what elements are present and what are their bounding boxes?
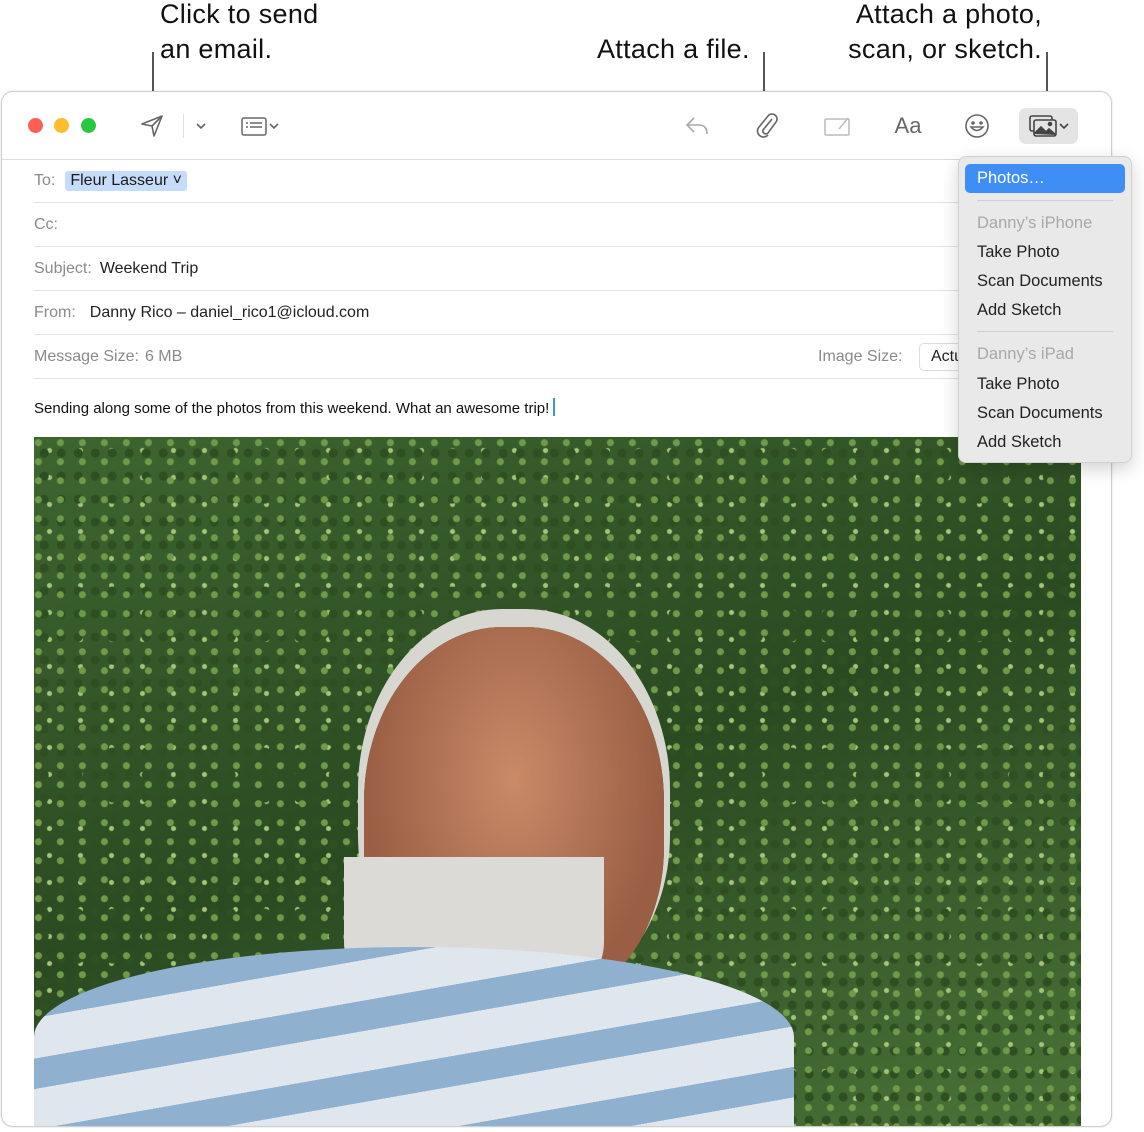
recipient-name: Fleur Lasseur <box>70 172 169 189</box>
menu-item-photos[interactable]: Photos… <box>965 164 1125 193</box>
chevron-down-icon <box>269 123 279 130</box>
send-icon <box>141 115 163 137</box>
from-value[interactable]: Danny Rico – daniel_rico1@icloud.com <box>90 304 370 322</box>
callout-send: Click to send an email. <box>160 0 319 64</box>
to-label: To: <box>34 172 56 189</box>
compose-window: Aa To: Fleur Lasseur ˅ Cc: Subject: Weeken… <box>1 91 1112 1127</box>
chevron-down-icon <box>196 123 206 130</box>
cc-label: Cc: <box>34 215 58 233</box>
text-cursor <box>553 398 556 416</box>
recipient-chip[interactable]: Fleur Lasseur ˅ <box>65 171 187 191</box>
subject-field[interactable]: Subject: Weekend Trip <box>34 247 1111 291</box>
photo-browser-button[interactable] <box>1019 108 1078 144</box>
photo-browser-icon <box>1028 115 1057 137</box>
menu-header-ipad: Danny’s iPad <box>977 345 1074 363</box>
callout-attach-photo: Attach a photo, scan, or sketch. <box>848 0 1042 64</box>
attached-photo[interactable] <box>34 437 1081 1126</box>
message-size-label: Message Size: <box>34 347 139 365</box>
send-button[interactable] <box>136 110 168 142</box>
menu-item-ipad-add-sketch[interactable]: Add Sketch <box>977 430 1061 454</box>
menu-separator <box>977 331 1113 332</box>
from-label: From: <box>34 303 76 321</box>
subject-value: Weekend Trip <box>99 259 199 277</box>
photo-browser-menu: Photos… Danny’s iPhone Take Photo Scan D… <box>958 156 1132 463</box>
zoom-button[interactable] <box>81 118 96 133</box>
format-button[interactable]: Aa <box>888 110 928 142</box>
from-field[interactable]: From: Danny Rico – daniel_rico1@icloud.co… <box>34 291 1111 335</box>
header-fields-icon <box>241 117 267 136</box>
menu-header-iphone: Danny’s iPhone <box>977 214 1093 232</box>
emoji-icon <box>965 114 989 138</box>
menu-item-ipad-take-photo[interactable]: Take Photo <box>977 372 1060 396</box>
person-shirt <box>34 947 794 1126</box>
header-fields-button[interactable] <box>234 110 286 142</box>
message-body[interactable]: Sending along some of the photos from th… <box>34 398 556 417</box>
reply-icon <box>685 117 708 135</box>
cc-field[interactable]: Cc: <box>34 203 1111 247</box>
menu-item-iphone-take-photo[interactable]: Take Photo <box>977 240 1060 264</box>
message-size-value: 6 MB <box>144 347 183 365</box>
subject-label: Subject: <box>34 259 92 277</box>
menu-item-ipad-scan-documents[interactable]: Scan Documents <box>977 401 1103 425</box>
send-options-button[interactable] <box>190 110 212 142</box>
emoji-button[interactable] <box>960 110 994 142</box>
toolbar-divider <box>183 114 184 138</box>
minimize-button[interactable] <box>54 118 69 133</box>
attach-file-button[interactable] <box>750 110 784 142</box>
markup-icon <box>824 117 850 136</box>
message-body-text: Sending along some of the photos from th… <box>34 400 550 417</box>
to-field[interactable]: To: Fleur Lasseur ˅ <box>34 160 1111 203</box>
reply-button[interactable] <box>680 110 714 142</box>
paperclip-icon <box>756 113 778 138</box>
format-text-icon: Aa <box>894 113 922 138</box>
markup-button[interactable] <box>820 110 854 142</box>
menu-item-iphone-scan-documents[interactable]: Scan Documents <box>977 269 1103 293</box>
callout-attach-file: Attach a file. <box>597 34 750 64</box>
toolbar: Aa <box>2 92 1111 160</box>
close-button[interactable] <box>28 118 43 133</box>
image-size-label: Image Size: <box>818 347 903 365</box>
menu-item-iphone-add-sketch[interactable]: Add Sketch <box>977 298 1061 322</box>
chevron-down-icon <box>1058 123 1069 130</box>
size-row: Message Size:6 MB Image Size: Actual Siz… <box>34 335 1111 379</box>
menu-separator <box>977 200 1113 201</box>
